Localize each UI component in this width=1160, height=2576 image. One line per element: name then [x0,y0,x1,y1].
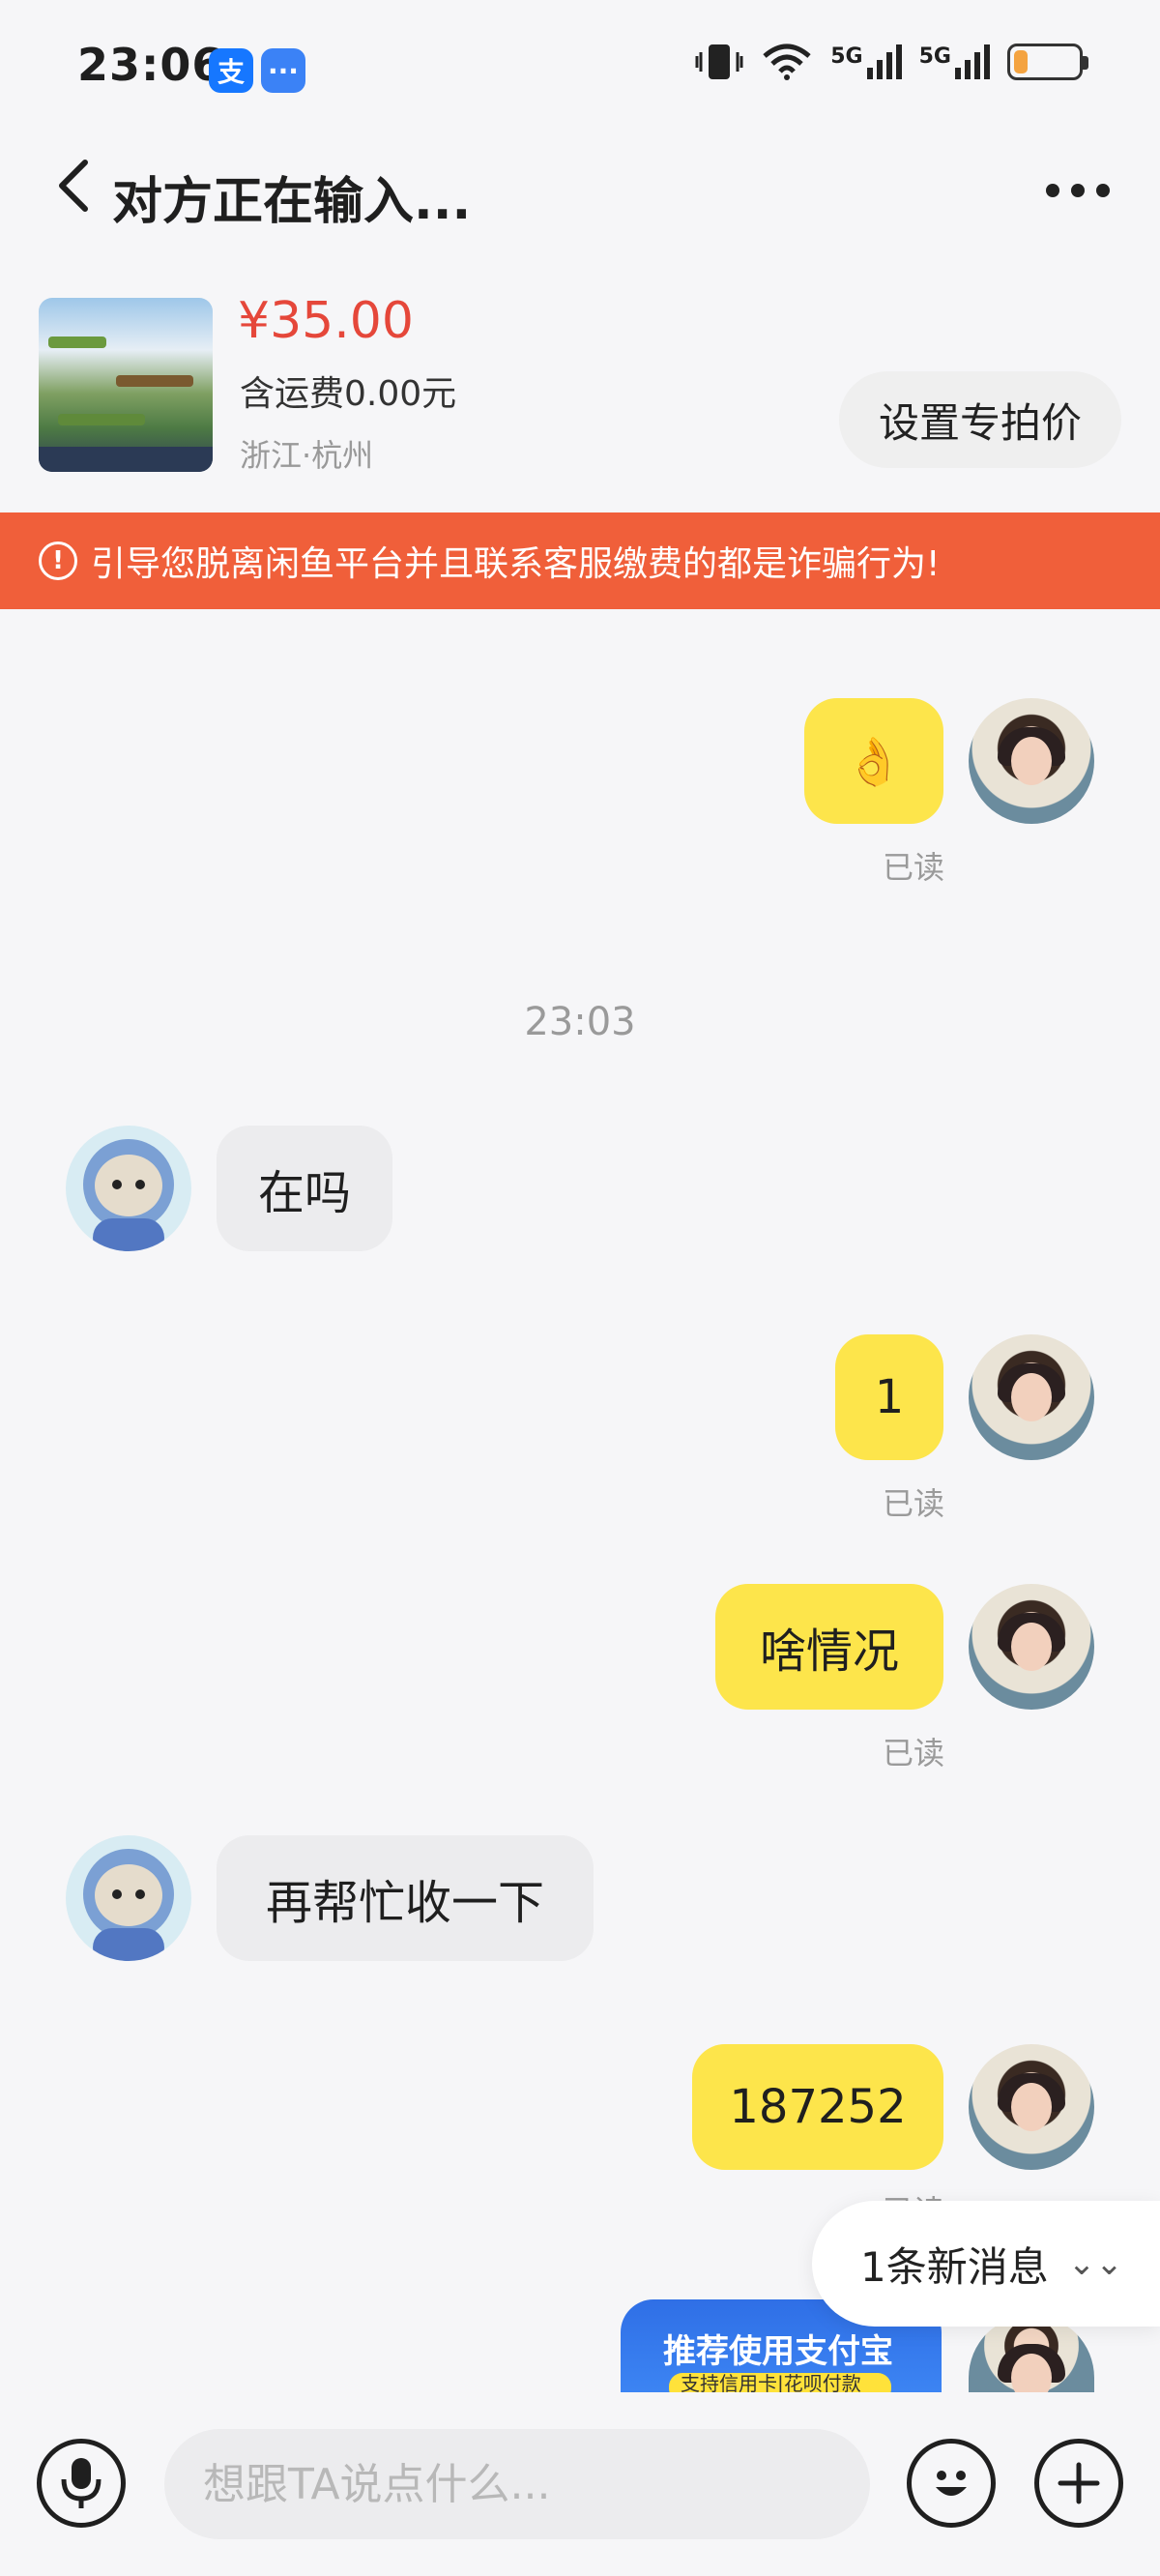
message-input[interactable] [164,2429,870,2539]
add-more-button[interactable] [1034,2439,1123,2528]
message-bubble-received[interactable]: 再帮忙收一下 [217,1835,594,1961]
message-timestamp: 23:03 [524,1000,636,1044]
chat-title: 对方正在输入... [112,173,472,231]
wifi-icon [763,44,811,80]
message-bubble-sent[interactable]: 187252 [692,2044,943,2170]
set-special-price-button[interactable]: 设置专拍价 [839,371,1121,468]
read-status: 已读 [883,1485,945,1522]
alipay-icon: 支 [209,48,253,93]
voice-button[interactable] [37,2439,126,2528]
read-status: 已读 [883,849,945,886]
product-thumbnail[interactable] [39,298,213,472]
more-options-icon[interactable] [1046,184,1110,197]
microphone-icon [61,2458,102,2508]
my-avatar[interactable] [969,1584,1094,1710]
message-text: 1 [874,1370,905,1424]
status-time: 23:06 [77,39,224,91]
signal-1: 5G [830,44,902,79]
emoji-icon [936,2471,967,2496]
signal-2: 5G [919,44,990,79]
message-icon: ··· [261,48,305,93]
my-avatar[interactable] [969,2044,1094,2170]
warning-text: 引导您脱离闲鱼平台并且联系客服缴费的都是诈骗行为! [91,544,941,584]
message-text: 187252 [729,2080,907,2134]
promo-title: 推荐使用支付宝 [663,2332,893,2371]
battery-icon [1007,44,1088,80]
fraud-warning-banner: ! 引导您脱离闲鱼平台并且联系客服缴费的都是诈骗行为! [0,512,1160,609]
new-message-text: 1条新消息 [860,2242,1049,2291]
message-text: 再帮忙收一下 [265,1876,544,1930]
status-indicators: 5G 5G [695,43,1088,81]
vibrate-icon [695,44,743,79]
chevron-down-icon: ⌄⌄ [1067,2244,1123,2283]
message-bubble-sent[interactable]: 👌 [804,698,943,824]
other-user-avatar[interactable] [66,1835,191,1961]
read-status: 已读 [883,1735,945,1771]
my-avatar[interactable] [969,698,1094,824]
product-location: 浙江·杭州 [240,437,374,474]
message-text: 在吗 [257,1166,351,1220]
my-avatar[interactable] [969,1334,1094,1460]
signal-label: 5G [830,44,863,69]
message-bubble-sent[interactable]: 1 [835,1334,943,1460]
message-bubble-received[interactable]: 在吗 [217,1126,392,1251]
plus-icon [1058,2462,1100,2504]
product-price: ¥35.00 [238,292,414,350]
emoji-button[interactable] [907,2439,996,2528]
other-user-avatar[interactable] [66,1126,191,1251]
warning-icon: ! [39,542,77,580]
message-text: 啥情况 [759,1625,899,1679]
signal-label: 5G [918,44,951,69]
my-avatar[interactable] [969,2315,1094,2392]
shipping-fee: 含运费0.00元 [240,374,457,414]
new-message-pill[interactable]: 1条新消息 ⌄⌄ [812,2201,1160,2327]
message-bubble-sent[interactable]: 啥情况 [715,1584,943,1710]
promo-subtitle: 支持信用卡|花呗付款 [669,2373,891,2392]
back-arrow-icon[interactable] [54,157,93,215]
message-text: 👌 [845,734,903,789]
